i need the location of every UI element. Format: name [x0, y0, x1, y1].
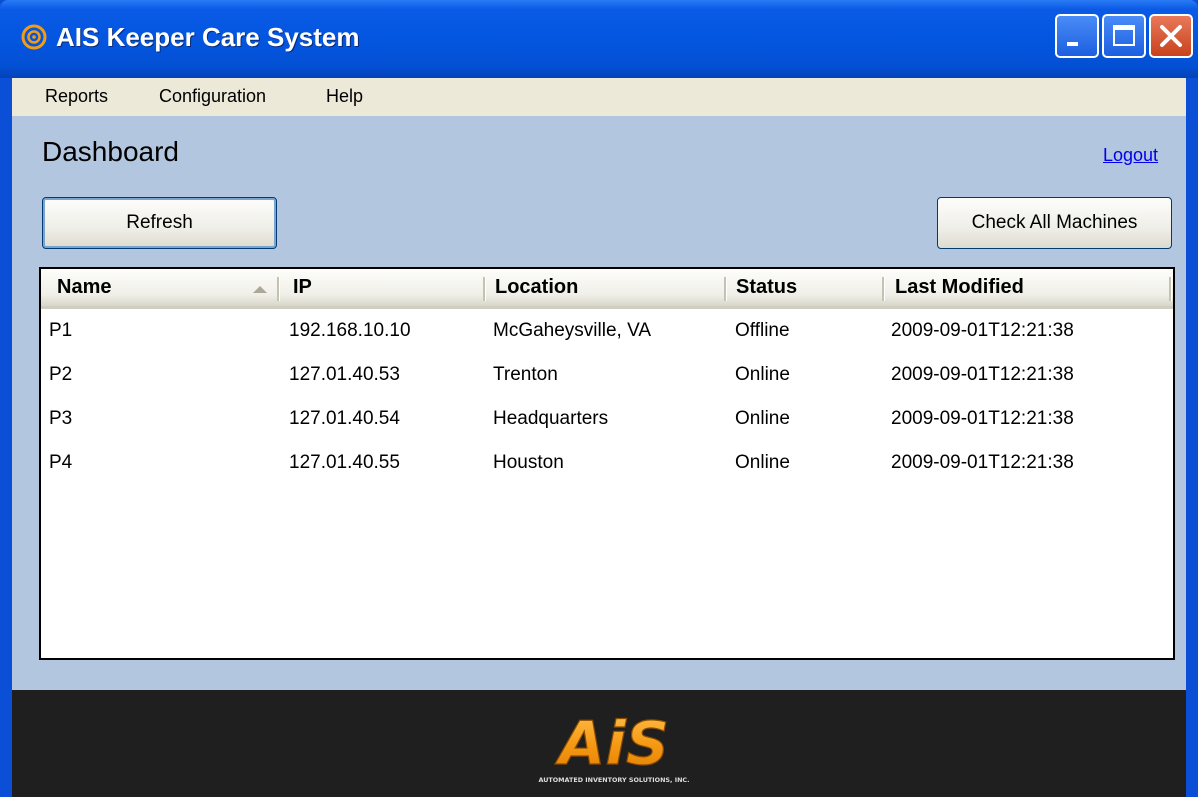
minimize-button[interactable] — [1055, 14, 1099, 58]
minimize-icon — [1067, 42, 1078, 46]
cell-location: McGaheysville, VA — [493, 320, 652, 341]
table-row[interactable]: P2 127.01.40.53 Trenton Online 2009-09-0… — [41, 353, 1173, 397]
column-header-name[interactable]: Name — [57, 269, 111, 306]
maximize-button[interactable] — [1102, 14, 1146, 58]
menu-bar: Reports Configuration Help — [12, 78, 1186, 116]
company-logo: AiS AUTOMATED INVENTORY SOLUTIONS, INC. — [538, 708, 689, 784]
table-row[interactable]: P4 127.01.40.55 Houston Online 2009-09-0… — [41, 441, 1173, 485]
app-window: AIS Keeper Care System Reports Configura… — [0, 0, 1198, 797]
footer-bar: AiS AUTOMATED INVENTORY SOLUTIONS, INC. — [12, 690, 1186, 797]
column-header-location[interactable]: Location — [495, 269, 578, 306]
column-divider[interactable] — [882, 277, 885, 301]
table-header: Name IP Location Status Last Modified — [41, 269, 1173, 309]
window-title: AIS Keeper Care System — [56, 22, 360, 52]
column-divider[interactable] — [277, 277, 280, 301]
cell-last-modified: 2009-09-01T12:21:38 — [891, 452, 1074, 473]
logo-tagline: AUTOMATED INVENTORY SOLUTIONS, INC. — [538, 776, 689, 784]
app-logo-icon — [21, 24, 47, 50]
menu-reports[interactable]: Reports — [45, 86, 108, 107]
cell-ip: 192.168.10.10 — [289, 320, 411, 341]
cell-status: Online — [735, 452, 790, 473]
cell-name: P3 — [49, 408, 73, 429]
cell-status: Online — [735, 408, 790, 429]
logout-link[interactable]: Logout — [1103, 145, 1158, 166]
cell-name: P1 — [49, 320, 73, 341]
menu-configuration[interactable]: Configuration — [159, 86, 266, 107]
close-button[interactable] — [1149, 14, 1193, 58]
cell-name: P2 — [49, 364, 73, 385]
cell-ip: 127.01.40.53 — [289, 364, 400, 385]
sort-ascending-icon — [253, 286, 267, 293]
cell-last-modified: 2009-09-01T12:21:38 — [891, 364, 1074, 385]
machines-table: Name IP Location Status Last Modified P1… — [39, 267, 1175, 660]
cell-last-modified: 2009-09-01T12:21:38 — [891, 408, 1074, 429]
cell-last-modified: 2009-09-01T12:21:38 — [891, 320, 1074, 341]
column-divider[interactable] — [1169, 277, 1172, 301]
column-divider[interactable] — [483, 277, 486, 301]
column-header-ip[interactable]: IP — [293, 269, 312, 306]
cell-ip: 127.01.40.54 — [289, 408, 400, 429]
title-bar[interactable]: AIS Keeper Care System — [0, 0, 1198, 78]
table-row[interactable]: P1 192.168.10.10 McGaheysville, VA Offli… — [41, 309, 1173, 353]
column-header-last-modified[interactable]: Last Modified — [895, 269, 1024, 306]
cell-location: Trenton — [493, 364, 558, 385]
table-row[interactable]: P3 127.01.40.54 Headquarters Online 2009… — [41, 397, 1173, 441]
cell-status: Offline — [735, 320, 790, 341]
column-divider[interactable] — [724, 277, 727, 301]
cell-name: P4 — [49, 452, 73, 473]
close-icon — [1160, 25, 1182, 47]
menu-help[interactable]: Help — [326, 86, 363, 107]
cell-location: Houston — [493, 452, 564, 473]
cell-ip: 127.01.40.55 — [289, 452, 400, 473]
column-header-status[interactable]: Status — [736, 269, 797, 306]
logo-wordmark: AiS — [555, 709, 669, 779]
client-area: Reports Configuration Help Dashboard Log… — [12, 78, 1186, 797]
cell-status: Online — [735, 364, 790, 385]
cell-location: Headquarters — [493, 408, 609, 429]
check-all-machines-button[interactable]: Check All Machines — [937, 197, 1172, 249]
page-title: Dashboard — [42, 136, 179, 167]
maximize-icon — [1113, 25, 1135, 46]
refresh-button[interactable]: Refresh — [42, 197, 277, 249]
